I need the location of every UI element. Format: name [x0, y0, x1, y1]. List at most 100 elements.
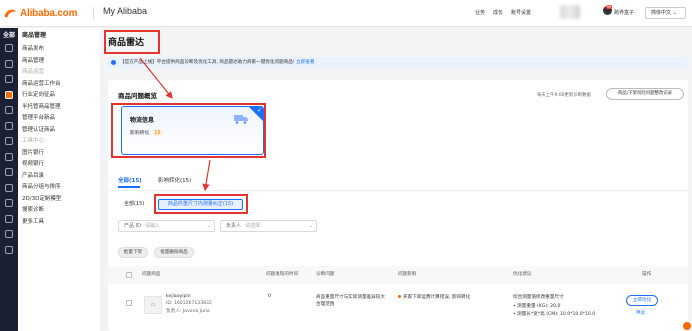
finance-icon[interactable] — [5, 137, 13, 145]
top-divider — [93, 7, 94, 19]
language-select[interactable]: 简体中文 ⌄ — [645, 7, 686, 19]
col-header-time: 问题发现的时间 — [266, 272, 299, 277]
overview-hint: 每天上午9:00更新诊断数据 — [537, 93, 591, 98]
select-all-checkbox[interactable] — [126, 272, 132, 278]
warning-dot-icon — [398, 295, 401, 298]
order-icon[interactable] — [5, 106, 13, 114]
store-icon[interactable] — [5, 75, 13, 83]
col-header-action: 操作 — [642, 272, 652, 277]
sidebar-item[interactable]: 商品管理 — [22, 56, 98, 68]
rectification-record-button[interactable]: 商品/下架风险问题整改记录 — [606, 88, 684, 100]
settings-icon[interactable] — [5, 230, 13, 238]
user-name[interactable]: 跨界盒子 — [614, 9, 634, 16]
sidebar-section-label: 工具中心 — [22, 138, 45, 144]
product-icon[interactable] — [5, 90, 13, 99]
sidebar-item[interactable]: 更多工具 — [22, 217, 98, 229]
icon-rail: 全部 — [0, 28, 18, 331]
sidebar-menu: 商品管理 商品发布 商品管理 商品运营 商品运营工作台 行业定向征品 半托管商品… — [22, 28, 98, 228]
top-link-business[interactable]: 业务 — [475, 9, 485, 16]
col-header-impact: 问题影响 — [398, 272, 417, 277]
notice-bar: 【官方产品上线】平台提供商品诊断及优化工具, 商品雷达助力商家一键优化问题商品!… — [108, 57, 688, 68]
overview-title: 商品问题概览 — [118, 92, 157, 100]
divider — [108, 190, 688, 191]
optimize-now-button[interactable]: 立即优化 — [626, 295, 658, 306]
tool-icon[interactable] — [5, 214, 13, 223]
col-header-problem: 诊断问题 — [316, 272, 335, 277]
highlight-box — [111, 103, 266, 158]
menu-group-title: 商品管理 — [22, 32, 47, 39]
product-id-placeholder: 请输入 — [144, 223, 160, 229]
highlight-box — [154, 194, 248, 214]
batch-delist-button[interactable]: 批量下架 — [118, 247, 148, 258]
owner-select[interactable]: 负责人 请选择 ⌄ — [220, 220, 317, 232]
chevron-down-icon: ⌄ — [206, 223, 211, 229]
suggestion-size: • 测量长*宽*高 (CM): 10.0*10.0*10.0 — [513, 312, 596, 317]
col-header-product: 问题商品 — [142, 272, 161, 277]
top-link-account[interactable]: 账号设置 — [511, 9, 531, 16]
home-icon[interactable] — [5, 44, 13, 52]
filter-chip-all[interactable]: 全部(15) — [124, 200, 144, 207]
problem-impact-text: 买家下单运费计算错误, 影响转化 — [403, 295, 471, 300]
appeal-link[interactable]: 申诉 — [636, 310, 645, 316]
suggestion-title: 综合测量值修改重量尺寸 — [513, 295, 564, 300]
owner-label: 负责人 — [226, 223, 242, 229]
owner-placeholder: 请选择 — [245, 223, 261, 229]
row-checkbox[interactable] — [126, 300, 132, 306]
sidebar-item[interactable]: 半托管商品管理 — [22, 102, 98, 114]
sidebar-item[interactable]: 视频银行 — [22, 159, 98, 171]
product-id-label: 产品 ID — [124, 223, 141, 229]
sidebar-item[interactable]: 行业定向征品 — [22, 90, 98, 102]
top-link-growth[interactable]: 成长 — [493, 9, 503, 16]
top-bar: Alibaba.com My Alibaba 业务 成长 账号设置 99 跨界盒… — [0, 0, 692, 27]
product-id: ID: 1601267133832 — [166, 301, 212, 306]
problem-impact: 买家下单运费计算错误, 影响转化 — [398, 294, 503, 300]
blurred-region — [560, 5, 580, 19]
product-id-field[interactable]: 产品 ID 请输入 ⌄ — [118, 220, 215, 232]
sidebar-item[interactable]: 2D/3D定制模型 — [22, 194, 98, 206]
alibaba-logo[interactable]: Alibaba.com — [3, 5, 77, 21]
sidebar-item[interactable]: 商品分组与排序 — [22, 182, 98, 194]
product-thumbnail[interactable]: ▭ — [144, 296, 162, 314]
problem-description: 商品重量尺寸与实际测量差异较大合理范围 — [316, 295, 385, 307]
problem-list-card: 全部(15) 影响转化(15) 全部(15) 商品件重尺寸内测量纠正(15) 产… — [108, 170, 688, 331]
notice-link[interactable]: 立即查看 — [296, 60, 314, 65]
data-icon[interactable] — [5, 152, 13, 161]
col-header-suggestion: 优化建议 — [513, 272, 532, 277]
suggestion-weight: • 测量重量 (KG): 20.0 — [513, 304, 561, 309]
more-icon[interactable] — [5, 245, 13, 254]
sidebar: 全部 商品管理 商品发布 商品管理 商品运营 商品运营工作台 行业定向征品 半托… — [0, 28, 100, 331]
sidebar-item[interactable]: 管理平台新品 — [22, 113, 98, 125]
table-row: ▭ kejiaoyipin ID: 1601267133832 负责人: Jav… — [108, 292, 688, 331]
product-title[interactable]: kejiaoyipin — [166, 294, 191, 299]
sidebar-item[interactable]: 图片银行 — [22, 148, 98, 160]
highlight-box — [104, 30, 160, 54]
notice-text: 【官方产品上线】平台提供商品诊断及优化工具, 商品雷达助力商家一键优化问题商品! — [120, 60, 295, 65]
help-float-button[interactable] — [683, 322, 691, 330]
sidebar-item[interactable]: 管理认证商品 — [22, 125, 98, 137]
message-icon[interactable] — [5, 59, 13, 68]
main-content: 商品雷达 【官方产品上线】平台提供商品诊断及优化工具, 商品雷达助力商家一键优化… — [100, 28, 692, 331]
info-icon — [111, 60, 116, 65]
app-title[interactable]: My Alibaba — [103, 6, 147, 16]
sidebar-item[interactable]: 商品发布 — [22, 44, 98, 56]
logo-text: Alibaba.com — [20, 7, 78, 19]
alibaba-logo-icon — [4, 9, 16, 17]
sidebar-item[interactable]: 商品运营工作台 — [22, 79, 98, 91]
batch-delete-button[interactable]: 批量删除商品 — [154, 247, 194, 258]
customer-icon[interactable] — [5, 183, 13, 192]
sidebar-item[interactable]: 搜索诊断 — [22, 205, 98, 217]
sidebar-item[interactable]: 产品目录 — [22, 171, 98, 183]
rail-title[interactable]: 全部 — [0, 28, 18, 44]
chevron-down-icon: ⌄ — [308, 223, 313, 229]
table-header: 问题商品 问题发现的时间 诊断问题 问题影响 优化建议 操作 — [108, 266, 688, 284]
logistics-icon[interactable] — [5, 121, 13, 130]
tab-all[interactable]: 全部(15) — [118, 176, 142, 184]
tab-underline — [118, 186, 140, 188]
marketing-icon[interactable] — [5, 168, 13, 176]
top-links: 业务 成长 账号设置 — [475, 9, 531, 16]
shield-icon[interactable] — [5, 199, 13, 207]
tab-conversion[interactable]: 影响转化(15) — [158, 176, 191, 184]
product-owner: 负责人: Javona Juna — [166, 309, 210, 314]
notification-badge: 99 — [606, 5, 612, 9]
sidebar-section-label: 商品运营 — [22, 69, 45, 75]
